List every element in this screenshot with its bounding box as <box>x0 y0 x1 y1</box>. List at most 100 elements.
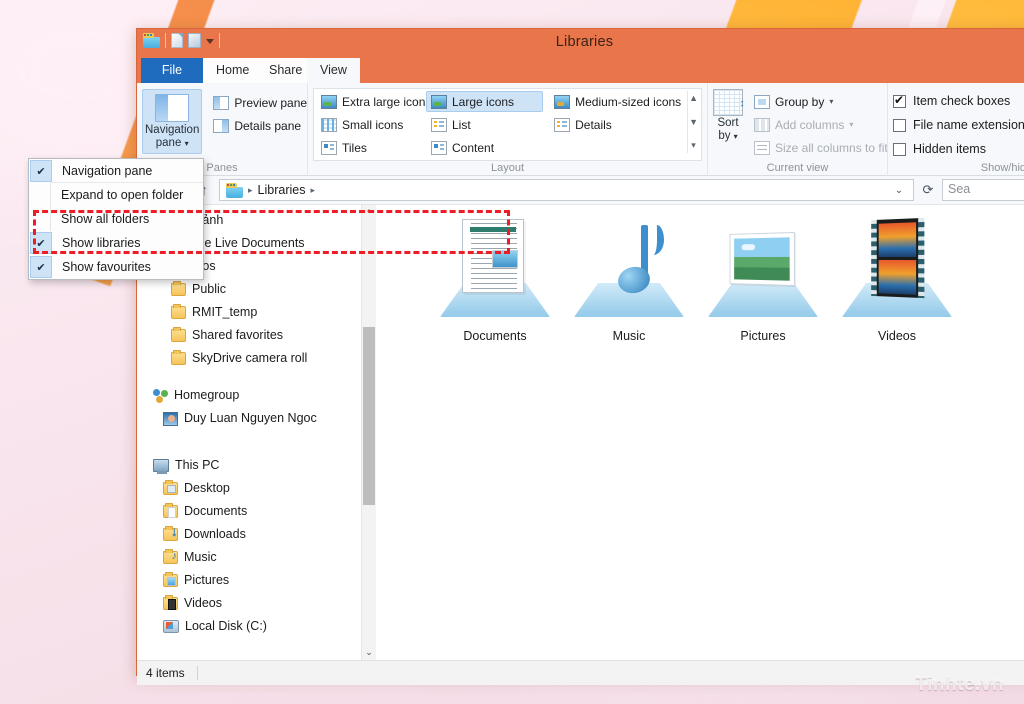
user-icon <box>163 411 178 426</box>
nav-item-skydrive-camera-roll[interactable]: SkyDrive camera roll <box>137 347 361 370</box>
status-item-count: 4 items <box>146 666 185 680</box>
chevron-down-icon[interactable]: ▾ <box>849 120 853 129</box>
layout-scroll-buttons[interactable]: ▲ ▼ ▾ <box>687 91 699 153</box>
file-list-view[interactable]: Documents Music Pictures Videos <box>376 205 1024 660</box>
menu-item-show-libraries[interactable]: ✔ Show libraries <box>29 231 203 255</box>
scrollbar-thumb[interactable] <box>363 327 375 505</box>
nav-item-desktop[interactable]: Desktop <box>137 477 361 500</box>
group-by-icon <box>754 94 770 109</box>
tiles-button[interactable]: Tiles <box>316 137 420 158</box>
nav-item-rmit-temp[interactable]: RMIT_temp <box>137 301 361 324</box>
library-tile-music[interactable]: Music <box>562 217 696 343</box>
item-check-boxes-label: Item check boxes <box>913 94 1011 108</box>
extra-large-icons-label: Extra large icons <box>342 94 432 109</box>
scroll-down-icon[interactable]: ⌄ <box>362 644 376 660</box>
small-icons-button[interactable]: Small icons <box>316 114 420 135</box>
menu-item-expand-to-open-folder[interactable]: Expand to open folder <box>29 183 203 207</box>
sort-by-button[interactable]: ↕ Sort by ▾ <box>713 89 745 143</box>
group-by-button[interactable]: Group by ▾ <box>749 91 893 112</box>
add-columns-button[interactable]: Add columns ▾ <box>749 114 893 135</box>
menu-item-label: Show libraries <box>62 236 141 250</box>
checkbox-icon[interactable] <box>893 142 906 156</box>
nav-item-label: RMIT_temp <box>192 305 258 319</box>
size-all-columns-button[interactable]: Size all columns to fit <box>749 137 893 158</box>
list-button[interactable]: List <box>426 114 543 135</box>
medium-icons-button[interactable]: Medium-sized icons <box>549 91 681 112</box>
folder-icon <box>171 281 186 296</box>
documents-library-icon <box>436 217 554 321</box>
folder-icon <box>171 304 186 319</box>
nav-item-duy-luan-nguyen-ngoc[interactable]: Duy Luan Nguyen Ngoc <box>137 407 361 430</box>
details-view-button[interactable]: Details <box>549 114 679 135</box>
nav-item-local-disk-c[interactable]: Local Disk (C:) <box>137 615 361 638</box>
hidden-items-checkbox[interactable]: Hidden items <box>893 138 986 160</box>
navigation-pane-button[interactable]: Navigation pane ▾ <box>142 89 203 154</box>
nav-group-spacer <box>137 430 361 454</box>
file-name-extensions-checkbox[interactable]: File name extensions <box>893 114 1024 136</box>
tab-home[interactable]: Home <box>203 58 263 83</box>
large-icons-label: Large icons <box>452 94 515 109</box>
tiles-icon <box>321 140 337 155</box>
search-input[interactable]: Sea <box>942 179 1024 201</box>
address-bar: ◄ ► ↑ ▸ Libraries ▸ ⌄ ⟳ Sea <box>137 176 1024 205</box>
checkbox-icon[interactable] <box>893 93 906 108</box>
ribbon-group-label-show-hide: Show/hide <box>980 162 1024 174</box>
large-icons-icon <box>431 94 447 109</box>
nav-item-this-pc[interactable]: This PC <box>137 454 361 477</box>
menu-item-show-favourites[interactable]: ✔ Show favourites <box>29 255 203 279</box>
address-history-icon[interactable]: ⌄ <box>891 185 907 196</box>
nav-item-label: Homegroup <box>174 388 240 402</box>
content-button[interactable]: Content <box>426 137 543 158</box>
breadcrumb-separator-icon[interactable]: ▸ <box>248 185 253 196</box>
menu-item-navigation-pane[interactable]: ✔ Navigation pane <box>29 159 203 183</box>
nav-item-downloads[interactable]: Downloads <box>137 523 361 546</box>
nav-item-public[interactable]: Public <box>137 278 361 301</box>
details-pane-button[interactable]: Details pane <box>208 115 312 136</box>
tab-file[interactable]: File <box>141 58 203 83</box>
library-tile-videos[interactable]: Videos <box>830 217 964 343</box>
menu-item-show-all-folders[interactable]: Show all folders <box>29 207 203 231</box>
extra-large-icons-button[interactable]: Extra large icons <box>316 91 431 112</box>
homegroup-icon <box>153 388 168 403</box>
ribbon-group-label-layout: Layout <box>490 162 525 174</box>
nav-item-videos[interactable]: Videos <box>137 592 361 615</box>
scroll-up-icon[interactable]: ⌃ <box>362 205 376 221</box>
sort-by-label-line2: by <box>718 129 731 142</box>
details-pane-icon <box>213 118 230 133</box>
chevron-down-icon[interactable]: ▾ <box>829 97 833 106</box>
scroll-up-icon[interactable]: ▲ <box>689 93 698 103</box>
large-icons-button[interactable]: Large icons <box>426 91 544 112</box>
library-tile-label: Documents <box>463 329 527 343</box>
breadcrumb-separator-icon[interactable]: ▸ <box>310 185 315 196</box>
navigation-pane-icon <box>155 94 190 122</box>
item-check-boxes-checkbox[interactable]: Item check boxes <box>893 90 1010 112</box>
chevron-down-icon[interactable]: ▾ <box>734 132 738 141</box>
check-icon: ✔ <box>30 256 52 278</box>
nav-item-homegroup[interactable]: Homegroup <box>137 384 361 407</box>
check-slot <box>29 207 51 231</box>
nav-group-spacer <box>137 370 361 384</box>
library-tile-pictures[interactable]: Pictures <box>696 217 830 343</box>
navigation-pane-dropdown-menu[interactable]: ✔ Navigation pane Expand to open folder … <box>28 158 204 280</box>
pictures-library-icon <box>704 217 822 321</box>
breadcrumb[interactable]: ▸ Libraries ▸ ⌄ <box>219 179 914 201</box>
checkbox-icon[interactable] <box>893 118 906 132</box>
library-tile-label: Videos <box>878 329 916 343</box>
nav-item-pictures[interactable]: Pictures <box>137 569 361 592</box>
nav-item-documents[interactable]: Documents <box>137 500 361 523</box>
layout-more-icon[interactable]: ▾ <box>691 140 696 151</box>
add-columns-icon <box>754 117 770 132</box>
scroll-down-icon[interactable]: ▼ <box>689 117 698 127</box>
chevron-down-icon[interactable]: ▾ <box>185 139 189 148</box>
small-icons-icon <box>321 117 337 132</box>
preview-pane-button[interactable]: Preview pane <box>208 92 312 113</box>
group-by-label: Group by <box>775 94 825 109</box>
tab-view[interactable]: View <box>307 58 360 83</box>
navigation-pane-scrollbar[interactable]: ⌃ ⌄ <box>361 205 376 660</box>
library-tile-documents[interactable]: Documents <box>428 217 562 343</box>
nav-item-shared-favorites[interactable]: Shared favorites <box>137 324 361 347</box>
nav-item-music[interactable]: Music <box>137 546 361 569</box>
breadcrumb-item-libraries[interactable]: Libraries <box>258 183 306 197</box>
list-label: List <box>452 117 471 132</box>
refresh-button[interactable]: ⟳ <box>918 182 938 198</box>
